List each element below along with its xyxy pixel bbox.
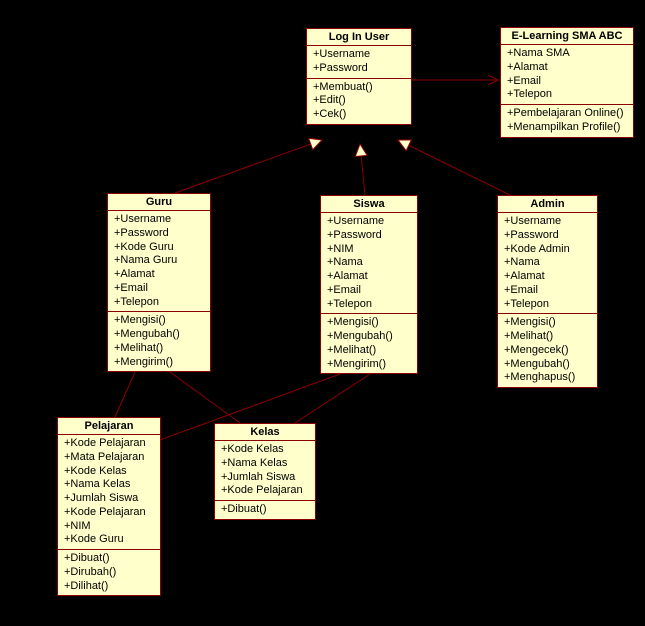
attribute: +Kode Guru — [114, 241, 204, 255]
method: +Mengisi() — [327, 316, 411, 330]
attribute: +Telepon — [504, 298, 591, 312]
method: +Pembelajaran Online() — [507, 107, 627, 121]
class-methods: +Membuat()+Edit()+Cek() — [307, 79, 411, 124]
method: +Mengecek() — [504, 344, 591, 358]
attribute: +Email — [114, 282, 204, 296]
method: +Mengubah() — [327, 330, 411, 344]
attribute: +Email — [327, 284, 411, 298]
class-attributes: +Username+Password+NIM+Nama+Alamat+Email… — [321, 213, 417, 314]
method: +Mengisi() — [114, 314, 204, 328]
attribute: +Kode Kelas — [64, 465, 154, 479]
method: +Mengirim() — [327, 358, 411, 372]
attribute: +Mata Pelajaran — [64, 451, 154, 465]
class-login[interactable]: Log In User+Username+Password+Membuat()+… — [306, 28, 412, 125]
rel-guru-pelajaran — [115, 372, 135, 417]
class-admin[interactable]: Admin+Username+Password+Kode Admin+Nama+… — [497, 195, 598, 388]
attribute: +Password — [327, 229, 411, 243]
class-title: Admin — [498, 196, 597, 213]
class-methods: +Dibuat() — [215, 501, 315, 519]
method: +Menghapus() — [504, 371, 591, 385]
attribute: +Nama Guru — [114, 254, 204, 268]
method: +Melihat() — [504, 330, 591, 344]
class-methods: +Dibuat()+Dirubah()+Dilihat() — [58, 550, 160, 595]
attribute: +Telepon — [507, 88, 627, 102]
class-guru[interactable]: Guru+Username+Password+Kode Guru+Nama Gu… — [107, 193, 211, 372]
uml-canvas: Log In User+Username+Password+Membuat()+… — [0, 0, 645, 626]
attribute: +Nama — [504, 256, 591, 270]
method: +Dilihat() — [64, 580, 154, 594]
attribute: +Alamat — [507, 61, 627, 75]
rel-guru-login — [175, 140, 322, 193]
class-title: Siswa — [321, 196, 417, 213]
class-attributes: +Username+Password — [307, 46, 411, 79]
class-attributes: +Kode Pelajaran+Mata Pelajaran+Kode Kela… — [58, 435, 160, 550]
method: +Mengirim() — [114, 356, 204, 370]
attribute: +Nama SMA — [507, 47, 627, 61]
attribute: +Nama Kelas — [64, 478, 154, 492]
rel-siswa-kelas — [295, 374, 370, 423]
attribute: +Alamat — [327, 270, 411, 284]
attribute: +Email — [507, 75, 627, 89]
method: +Mengubah() — [114, 328, 204, 342]
attribute: +Username — [313, 48, 405, 62]
attribute: +Kode Kelas — [221, 443, 309, 457]
class-attributes: +Nama SMA+Alamat+Email+Telepon — [501, 45, 633, 105]
attribute: +Alamat — [504, 270, 591, 284]
attribute: +NIM — [327, 243, 411, 257]
class-elearning[interactable]: E-Learning SMA ABC+Nama SMA+Alamat+Email… — [500, 27, 634, 138]
attribute: +Kode Pelajaran — [64, 437, 154, 451]
attribute: +Password — [504, 229, 591, 243]
class-title: Log In User — [307, 29, 411, 46]
class-kelas[interactable]: Kelas+Kode Kelas+Nama Kelas+Jumlah Siswa… — [214, 423, 316, 520]
rel-admin-login — [398, 140, 510, 195]
method: +Mengubah() — [504, 358, 591, 372]
class-methods: +Mengisi()+Melihat()+Mengecek()+Mengubah… — [498, 314, 597, 387]
class-title: Pelajaran — [58, 418, 160, 435]
attribute: +Password — [313, 62, 405, 76]
class-attributes: +Username+Password+Kode Guru+Nama Guru+A… — [108, 211, 210, 312]
method: +Membuat() — [313, 81, 405, 95]
class-title: E-Learning SMA ABC — [501, 28, 633, 45]
attribute: +Telepon — [114, 296, 204, 310]
class-methods: +Pembelajaran Online()+Menampilkan Profi… — [501, 105, 633, 137]
attribute: +Kode Pelajaran — [64, 506, 154, 520]
attribute: +NIM — [64, 520, 154, 534]
method: +Melihat() — [327, 344, 411, 358]
attribute: +Telepon — [327, 298, 411, 312]
class-methods: +Mengisi()+Mengubah()+Melihat()+Mengirim… — [108, 312, 210, 371]
method: +Melihat() — [114, 342, 204, 356]
attribute: +Kode Pelajaran — [221, 484, 309, 498]
class-title: Guru — [108, 194, 210, 211]
attribute: +Alamat — [114, 268, 204, 282]
attribute: +Kode Guru — [64, 533, 154, 547]
attribute: +Jumlah Siswa — [64, 492, 154, 506]
class-attributes: +Username+Password+Kode Admin+Nama+Alama… — [498, 213, 597, 314]
attribute: +Nama — [327, 256, 411, 270]
attribute: +Username — [114, 213, 204, 227]
method: +Menampilkan Profile() — [507, 121, 627, 135]
rel-guru-kelas — [170, 372, 240, 423]
attribute: +Jumlah Siswa — [221, 471, 309, 485]
method: +Dibuat() — [64, 552, 154, 566]
attribute: +Username — [327, 215, 411, 229]
method: +Dirubah() — [64, 566, 154, 580]
attribute: +Email — [504, 284, 591, 298]
method: +Mengisi() — [504, 316, 591, 330]
class-siswa[interactable]: Siswa+Username+Password+NIM+Nama+Alamat+… — [320, 195, 418, 374]
attribute: +Nama Kelas — [221, 457, 309, 471]
method: +Dibuat() — [221, 503, 309, 517]
class-pelajaran[interactable]: Pelajaran+Kode Pelajaran+Mata Pelajaran+… — [57, 417, 161, 596]
attribute: +Password — [114, 227, 204, 241]
class-methods: +Mengisi()+Mengubah()+Melihat()+Mengirim… — [321, 314, 417, 373]
class-attributes: +Kode Kelas+Nama Kelas+Jumlah Siswa+Kode… — [215, 441, 315, 501]
attribute: +Username — [504, 215, 591, 229]
rel-siswa-login — [360, 144, 365, 195]
class-title: Kelas — [215, 424, 315, 441]
attribute: +Kode Admin — [504, 243, 591, 257]
method: +Edit() — [313, 94, 405, 108]
method: +Cek() — [313, 108, 405, 122]
